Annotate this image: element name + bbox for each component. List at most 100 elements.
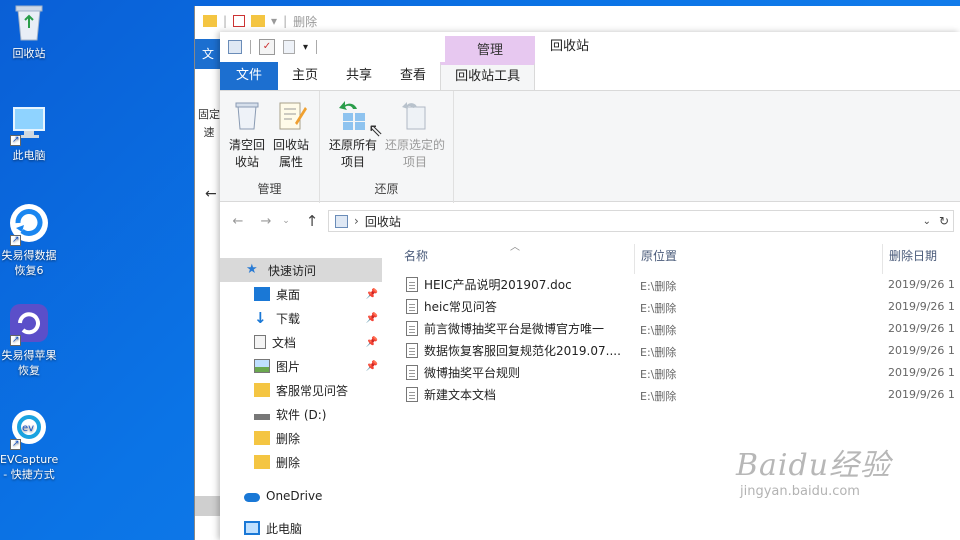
document-icon xyxy=(406,365,418,380)
pin-icon[interactable]: 📌 xyxy=(366,337,378,348)
nav-item-drive-d[interactable]: 软件 (D:) xyxy=(220,402,382,426)
nav-item-documents[interactable]: 文档 📌 xyxy=(220,330,382,354)
tab-recycle-bin-tools[interactable]: 回收站工具 xyxy=(440,62,536,90)
up-arrow-icon[interactable]: ↑ xyxy=(302,212,322,230)
mouse-cursor-icon: ⇖ xyxy=(368,120,384,141)
nav-item-faq-folder[interactable]: 客服常见问答 xyxy=(220,378,382,402)
nav-item-label: 下载 xyxy=(276,311,301,326)
breadcrumb-separator: › xyxy=(354,214,359,228)
recycle-bin-properties-button[interactable]: 回收站属性 xyxy=(270,99,312,171)
watermark: Baidu经验 jingyan.baidu.com xyxy=(736,440,891,499)
nav-item-delete-folder[interactable]: 删除 xyxy=(220,426,382,450)
folder-icon xyxy=(254,455,270,469)
properties-icon xyxy=(275,99,307,131)
qat-separator xyxy=(316,40,318,54)
file-name-cell: 微博抽奖平台规则 xyxy=(406,364,520,381)
file-location: E:\删除 xyxy=(640,368,677,381)
properties-check-icon xyxy=(233,15,246,27)
tab-home[interactable]: 主页 xyxy=(278,62,332,90)
file-deleted-date: 2019/9/26 1 xyxy=(888,344,955,357)
properties-check-icon[interactable]: ✓ xyxy=(259,39,275,55)
breadcrumb[interactable]: 回收站 xyxy=(365,213,401,230)
svg-text:ev: ev xyxy=(22,423,34,434)
ribbon-group-label: 管理 xyxy=(257,182,282,196)
desktop-icon-computer[interactable]: 此电脑 xyxy=(0,102,58,163)
desktop-icon-label: EVCapture - 快捷方式 xyxy=(0,453,59,481)
file-row[interactable]: heic常见问答 E:\删除 2019/9/26 1 xyxy=(398,296,960,318)
onedrive-icon xyxy=(244,493,260,502)
nav-item-delete-folder[interactable]: 删除 xyxy=(220,450,382,474)
restore-selected-label: 还原选定的项目 xyxy=(384,138,445,169)
ribbon-group-manage: 清空回收站 回收站属性 管理 xyxy=(220,91,320,203)
restore-selected-button[interactable]: 还原选定的项目 xyxy=(382,99,448,171)
desktop-icon-recovery[interactable]: 失易得数据恢复6 xyxy=(0,202,58,278)
back-window-file-tab[interactable]: 文 xyxy=(195,39,221,69)
restore-all-label: 还原所有项目 xyxy=(328,138,377,169)
star-icon: ★ xyxy=(246,262,258,277)
computer-icon xyxy=(244,521,260,535)
nav-item-desktop[interactable]: 桌面 📌 xyxy=(220,282,382,306)
column-header-deleted-date[interactable]: 删除日期 xyxy=(882,244,960,274)
nav-item-label: 删除 xyxy=(276,431,301,446)
file-name: 新建文本文档 xyxy=(424,388,497,402)
file-row[interactable]: 前言微博抽奖平台是微博官方唯一 E:\删除 2019/9/26 1 xyxy=(398,318,960,340)
nav-item-quick-access[interactable]: ★ 快速访问 xyxy=(220,258,382,282)
back-window-scrollbar[interactable] xyxy=(195,496,221,516)
evcapture-icon: ev xyxy=(8,406,50,452)
new-file-icon[interactable] xyxy=(283,40,295,54)
file-row[interactable]: 新建文本文档 E:\删除 2019/9/26 1 xyxy=(398,384,960,406)
tab-view[interactable]: 查看 xyxy=(386,62,440,90)
file-row[interactable]: 微博抽奖平台规则 E:\删除 2019/9/26 1 xyxy=(398,362,960,384)
document-icon xyxy=(406,321,418,336)
file-deleted-date: 2019/9/26 1 xyxy=(888,278,955,291)
file-location: E:\删除 xyxy=(640,390,677,403)
back-window-title: 删除 xyxy=(293,14,318,29)
desktop-icon-evcapture[interactable]: ev EVCapture - 快捷方式 xyxy=(0,406,58,482)
nav-item-label: 桌面 xyxy=(276,287,301,302)
refresh-icon[interactable]: ↻ xyxy=(939,214,949,228)
back-arrow-icon[interactable]: ← xyxy=(205,186,217,202)
file-row[interactable]: 数据恢复客服回复规范化2019.07.... E:\删除 2019/9/26 1 xyxy=(398,340,960,362)
desktop-icon-recycle-bin[interactable]: 回收站 xyxy=(0,0,58,61)
desktop-icon-label: 失易得苹果恢复 xyxy=(1,349,57,377)
desktop-icon-apple-recovery[interactable]: 失易得苹果恢复 xyxy=(0,302,58,378)
tab-file[interactable]: 文件 xyxy=(220,62,279,90)
file-location: E:\删除 xyxy=(640,346,677,359)
pin-icon[interactable]: 📌 xyxy=(366,313,378,324)
pin-icon[interactable]: 📌 xyxy=(366,289,378,300)
file-location: E:\删除 xyxy=(640,324,677,337)
file-name: 微博抽奖平台规则 xyxy=(424,366,521,380)
watermark-url: jingyan.baidu.com xyxy=(740,484,860,499)
back-arrow-icon[interactable]: ← xyxy=(228,214,248,229)
nav-item-downloads[interactable]: ↓ 下载 📌 xyxy=(220,306,382,330)
nav-item-onedrive[interactable]: OneDrive xyxy=(220,484,382,508)
empty-recycle-bin-icon xyxy=(231,99,263,131)
pin-icon[interactable]: 📌 xyxy=(366,361,378,372)
nav-item-label: 图片 xyxy=(276,359,301,374)
chevron-down-icon[interactable]: ⌄ xyxy=(923,216,931,227)
recovery-app-icon xyxy=(8,202,50,248)
file-row[interactable]: HEIC产品说明201907.doc E:\删除 2019/9/26 1 xyxy=(398,274,960,296)
qat-dropdown-icon[interactable]: ▾ xyxy=(271,14,277,28)
file-name: HEIC产品说明201907.doc xyxy=(424,278,572,292)
shortcut-arrow-icon xyxy=(10,233,21,248)
tab-share[interactable]: 共享 xyxy=(332,62,386,90)
recycle-bin-properties-label: 回收站属性 xyxy=(272,138,309,169)
document-icon xyxy=(406,277,418,292)
computer-icon xyxy=(8,102,50,148)
desktop-icon-label: 回收站 xyxy=(12,47,46,60)
column-header-name[interactable]: 名称 xyxy=(398,244,634,274)
forward-arrow-icon[interactable]: → xyxy=(256,214,276,229)
recent-locations-icon[interactable]: ⌄ xyxy=(276,216,296,226)
shortcut-arrow-icon xyxy=(10,333,21,348)
column-header-location[interactable]: 原位置 xyxy=(634,244,882,274)
ribbon-group-label: 还原 xyxy=(374,182,399,196)
nav-item-this-pc[interactable]: 此电脑 xyxy=(220,516,382,540)
nav-item-pictures[interactable]: 图片 📌 xyxy=(220,354,382,378)
empty-recycle-bin-button[interactable]: 清空回收站 xyxy=(226,99,268,171)
address-bar[interactable]: › 回收站 ⌄ ↻ xyxy=(328,210,954,232)
qat-dropdown-icon[interactable]: ▾ xyxy=(303,42,308,53)
folder-icon xyxy=(203,15,217,27)
restore-all-icon xyxy=(337,99,369,131)
document-icon xyxy=(406,343,418,358)
